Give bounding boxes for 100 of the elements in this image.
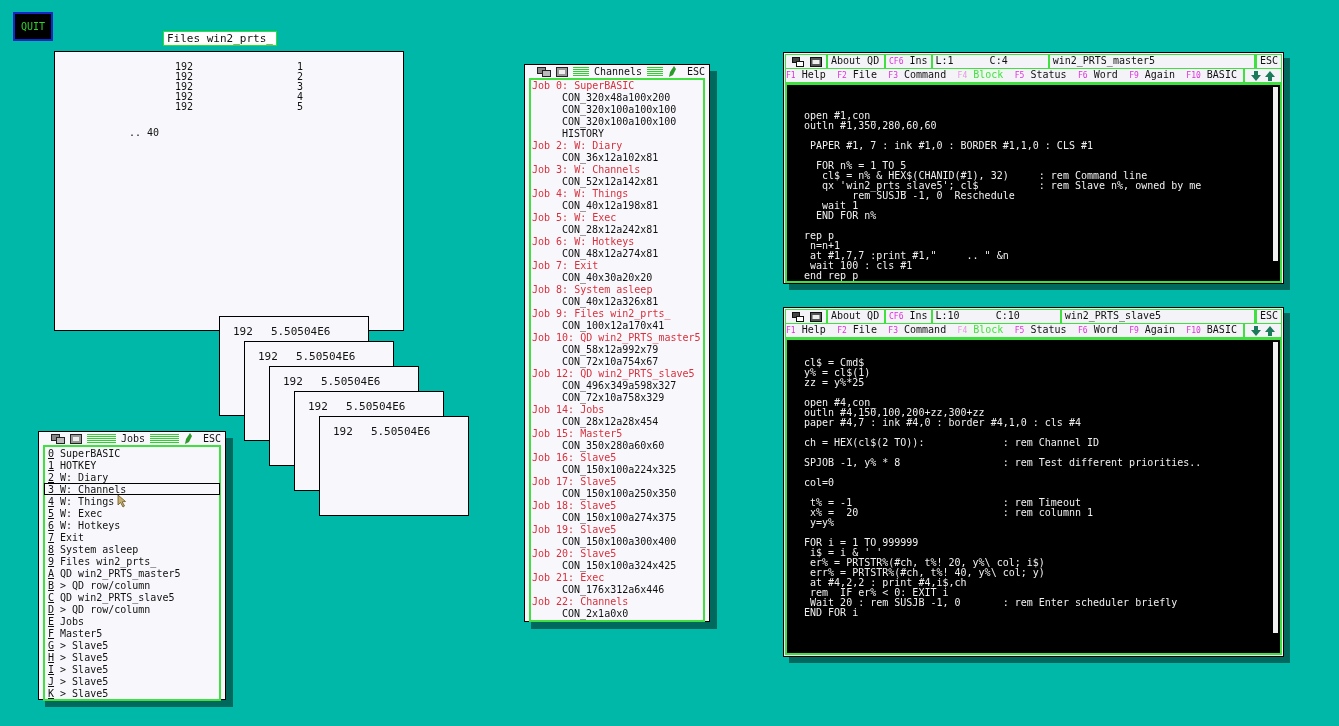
job-heading[interactable]: Job 7: Exit <box>531 260 703 272</box>
channel-item[interactable]: CON_28x12a28x454 <box>531 416 703 428</box>
window-icon[interactable] <box>810 56 822 67</box>
job-item[interactable]: 4 W: Things <box>44 495 220 507</box>
job-heading[interactable]: Job 9: Files win2_prts_ <box>531 308 703 320</box>
channel-item[interactable]: CON_176x312a6x446 <box>531 584 703 596</box>
channel-item[interactable]: CON_150x100a274x375 <box>531 512 703 524</box>
menu-item[interactable]: F2 File <box>837 324 877 337</box>
job-heading[interactable]: Job 14: Jobs <box>531 404 703 416</box>
window-icon[interactable] <box>556 66 568 77</box>
escape-button[interactable]: ESC <box>686 66 705 77</box>
job-item[interactable]: 9 Files win2_prts_ <box>44 555 220 567</box>
job-item[interactable]: 5 W: Exec <box>44 507 220 519</box>
job-heading[interactable]: Job 20: Slave5 <box>531 548 703 560</box>
job-item[interactable]: 0 SuperBASIC <box>44 447 220 459</box>
leaf-icon[interactable] <box>183 433 192 444</box>
job-item[interactable]: I > Slave5 <box>44 663 220 675</box>
job-item[interactable]: 7 Exit <box>44 531 220 543</box>
job-heading[interactable]: Job 0: SuperBASIC <box>531 80 703 92</box>
job-item[interactable]: G > Slave5 <box>44 639 220 651</box>
channel-item[interactable]: HISTORY <box>531 128 703 140</box>
channel-item[interactable]: CON_350x280a60x60 <box>531 440 703 452</box>
channel-item[interactable]: CON_72x10a758x329 <box>531 392 703 404</box>
channel-item[interactable]: CON_320x48a100x200 <box>531 92 703 104</box>
job-heading[interactable]: Job 4: W: Things <box>531 188 703 200</box>
up-arrow-icon[interactable] <box>1265 70 1275 81</box>
job-item[interactable]: 1 HOTKEY <box>44 459 220 471</box>
job-heading[interactable]: Job 10: QD win2_PRTS_master5 <box>531 332 703 344</box>
job-item[interactable]: 8 System asleep <box>44 543 220 555</box>
job-item[interactable]: C QD win2_PRTS_slave5 <box>44 591 220 603</box>
menu-item[interactable]: F6 Word <box>1078 69 1118 82</box>
scroll-bar[interactable] <box>1273 342 1278 653</box>
windows-icon[interactable] <box>51 433 65 444</box>
menu-item[interactable]: F9 Again <box>1129 324 1175 337</box>
leaf-icon[interactable] <box>667 66 676 77</box>
job-item[interactable]: H > Slave5 <box>44 651 220 663</box>
channel-item[interactable]: CON_496x349a598x327 <box>531 380 703 392</box>
job-heading[interactable]: Job 16: Slave5 <box>531 452 703 464</box>
menu-item[interactable]: F6 Word <box>1078 324 1118 337</box>
menu-item[interactable]: F2 File <box>837 69 877 82</box>
channel-item[interactable]: CON_28x12a242x81 <box>531 224 703 236</box>
job-item[interactable]: J > Slave5 <box>44 675 220 687</box>
escape-button[interactable]: ESC <box>1255 310 1281 323</box>
quit-button[interactable]: QUIT <box>13 12 53 41</box>
menu-item[interactable]: F10 BASIC <box>1186 324 1237 337</box>
channel-item[interactable]: CON_150x100a250x350 <box>531 488 703 500</box>
job-heading[interactable]: Job 5: W: Exec <box>531 212 703 224</box>
window-icon[interactable] <box>810 311 822 322</box>
job-item[interactable]: F Master5 <box>44 627 220 639</box>
channel-item[interactable]: CON_100x12a170x41 <box>531 320 703 332</box>
windows-icon[interactable] <box>537 66 551 77</box>
up-arrow-icon[interactable] <box>1265 325 1275 336</box>
menu-item[interactable]: F5 Status <box>1014 69 1067 82</box>
channel-item[interactable]: CON_2x1a0x0 <box>531 608 703 620</box>
down-arrow-icon[interactable] <box>1251 325 1261 336</box>
job-item[interactable]: B > QD row/column <box>44 579 220 591</box>
job-item[interactable]: 3 W: Channels <box>44 483 220 495</box>
about-button[interactable]: About QD <box>828 55 886 68</box>
channel-item[interactable]: CON_58x12a992x79 <box>531 344 703 356</box>
job-heading[interactable]: Job 21: Exec <box>531 572 703 584</box>
menu-item[interactable]: F10 BASIC <box>1186 69 1237 82</box>
job-heading[interactable]: Job 15: Master5 <box>531 428 703 440</box>
about-button[interactable]: About QD <box>828 310 886 323</box>
escape-button[interactable]: ESC <box>202 433 221 444</box>
menu-item[interactable]: F3 Command <box>888 69 947 82</box>
job-heading[interactable]: Job 12: QD win2_PRTS_slave5 <box>531 368 703 380</box>
job-heading[interactable]: Job 2: W: Diary <box>531 140 703 152</box>
windows-icon[interactable] <box>792 56 804 67</box>
job-heading[interactable]: Job 22: Channels <box>531 596 703 608</box>
job-item[interactable]: D > QD row/column <box>44 603 220 615</box>
menu-item[interactable]: F1 Help <box>786 69 826 82</box>
menu-item[interactable]: F5 Status <box>1014 324 1067 337</box>
menu-item[interactable]: F9 Again <box>1129 69 1175 82</box>
channel-item[interactable]: CON_150x100a324x425 <box>531 560 703 572</box>
job-heading[interactable]: Job 17: Slave5 <box>531 476 703 488</box>
windows-icon[interactable] <box>792 311 804 322</box>
mode-indicator[interactable]: CF6 Ins <box>886 310 933 323</box>
down-arrow-icon[interactable] <box>1251 70 1261 81</box>
channel-item[interactable]: CON_40x12a326x81 <box>531 296 703 308</box>
channel-item[interactable]: CON_72x10a754x67 <box>531 356 703 368</box>
menu-item[interactable]: F3 Command <box>888 324 947 337</box>
job-item[interactable]: 6 W: Hotkeys <box>44 519 220 531</box>
channel-item[interactable]: CON_52x12a142x81 <box>531 176 703 188</box>
escape-button[interactable]: ESC <box>1255 55 1281 68</box>
channel-item[interactable]: CON_48x12a274x81 <box>531 248 703 260</box>
channel-item[interactable]: CON_40x12a198x81 <box>531 200 703 212</box>
scroll-bar[interactable] <box>1273 87 1278 281</box>
job-heading[interactable]: Job 18: Slave5 <box>531 500 703 512</box>
job-item[interactable]: E Jobs <box>44 615 220 627</box>
job-item[interactable]: A QD win2_PRTS_master5 <box>44 567 220 579</box>
menu-item[interactable]: F1 Help <box>786 324 826 337</box>
job-heading[interactable]: Job 3: W: Channels <box>531 164 703 176</box>
job-item[interactable]: K > Slave5 <box>44 687 220 699</box>
job-heading[interactable]: Job 8: System asleep <box>531 284 703 296</box>
channel-item[interactable]: CON_40x30a20x20 <box>531 272 703 284</box>
channel-item[interactable]: CON_320x100a100x100 <box>531 104 703 116</box>
channel-item[interactable]: CON_320x100a100x100 <box>531 116 703 128</box>
channel-item[interactable]: CON_36x12a102x81 <box>531 152 703 164</box>
channel-item[interactable]: CON_150x100a224x325 <box>531 464 703 476</box>
channel-item[interactable]: CON_150x100a300x400 <box>531 536 703 548</box>
